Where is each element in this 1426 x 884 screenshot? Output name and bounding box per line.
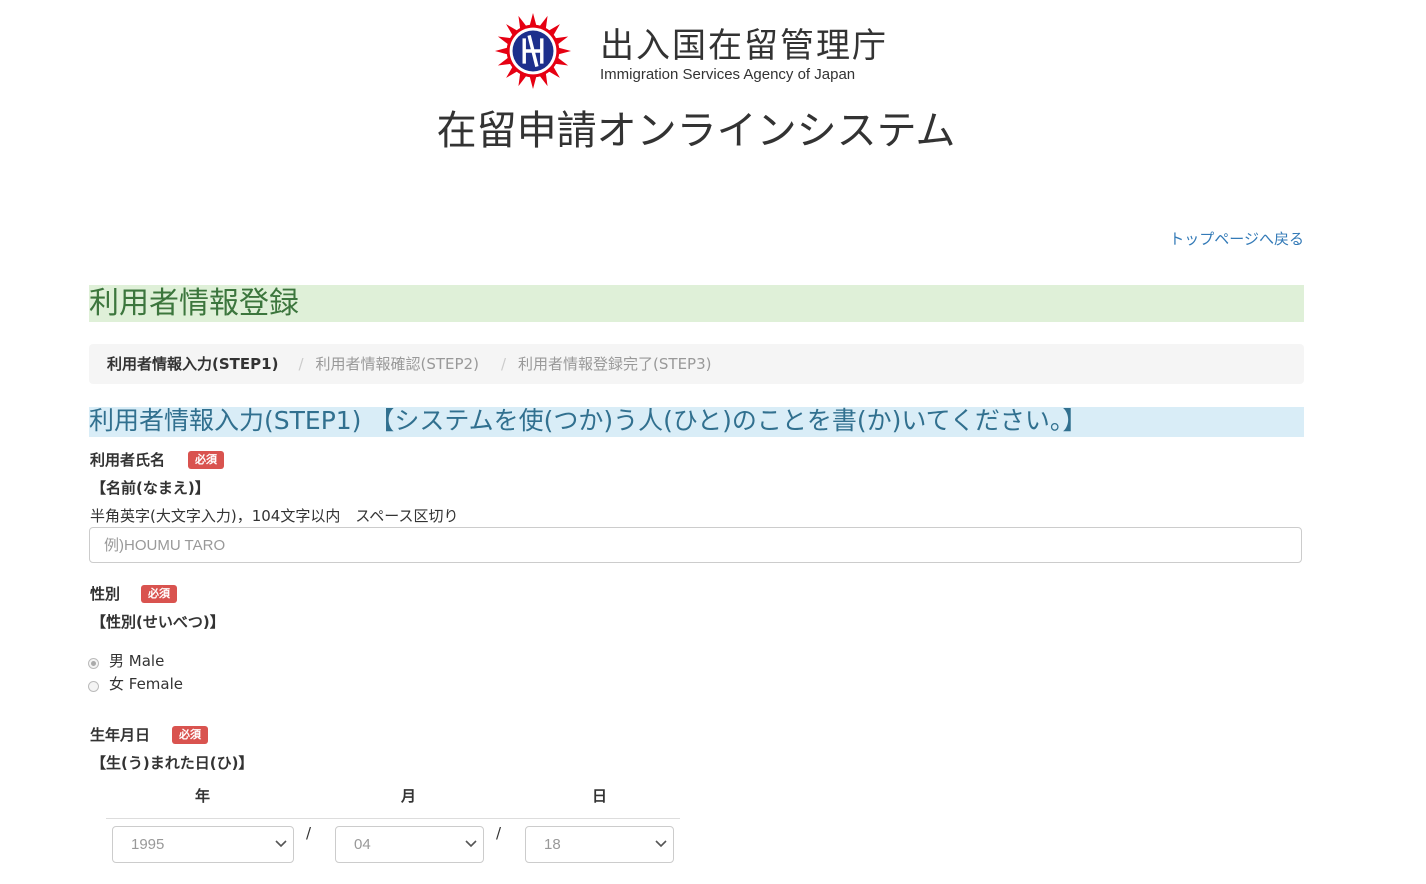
back-to-top-link[interactable]: トップページへ戻る <box>1169 228 1304 249</box>
gender-option-female[interactable]: 女 Female <box>88 673 183 694</box>
chevron-down-icon <box>655 840 667 848</box>
day-select-value: 18 <box>544 836 561 853</box>
gender-sub-label: 【性別(せいべつ)】 <box>91 613 225 631</box>
month-select-value: 04 <box>354 836 371 853</box>
radio-female[interactable] <box>88 681 99 692</box>
name-label: 利用者氏名 <box>90 451 166 469</box>
gender-label: 性別 <box>90 585 121 603</box>
breadcrumb-step2: 利用者情報確認(STEP2) <box>315 355 479 373</box>
system-title: 在留申請オンラインシステム <box>436 108 956 154</box>
date-separator: / <box>496 824 502 842</box>
chevron-down-icon <box>275 840 287 848</box>
birthdate-table: 年 月 日 1995 / 04 / 18 <box>106 780 680 884</box>
birthdate-sub-label: 【生(う)まれた日(ひ)】 <box>91 754 254 772</box>
day-column-header: 日 <box>592 787 608 805</box>
date-separator: / <box>306 824 312 842</box>
user-name-input[interactable] <box>89 527 1302 563</box>
required-badge: 必須 <box>172 726 208 744</box>
name-sub-label: 【名前(なまえ)】 <box>91 479 210 497</box>
year-select-value: 1995 <box>131 836 165 853</box>
site-header: 出入国在留管理庁 Immigration Services Agency of … <box>0 0 1426 200</box>
agency-name-english: Immigration Services Agency of Japan <box>600 66 856 83</box>
radio-male[interactable] <box>88 658 99 669</box>
name-hint: 半角英字(大文字入力)，104文字以内 スペース区切り <box>90 507 459 525</box>
breadcrumb: 利用者情報入力(STEP1) / 利用者情報確認(STEP2) / 利用者情報登録完了(… <box>89 344 1304 384</box>
gender-option-male[interactable]: 男 Male <box>88 650 164 671</box>
agency-name-japanese: 出入国在留管理庁 <box>600 26 888 66</box>
month-select[interactable]: 04 <box>335 826 484 863</box>
day-select[interactable]: 18 <box>525 826 674 863</box>
chevron-down-icon <box>465 840 477 848</box>
breadcrumb-step3: 利用者情報登録完了(STEP3) <box>518 355 712 373</box>
gender-option-male-label: 男 Male <box>109 652 165 670</box>
immigration-agency-emblem <box>494 12 572 90</box>
required-badge: 必須 <box>188 451 224 469</box>
breadcrumb-separator: / <box>298 355 304 373</box>
step-heading: 利用者情報入力(STEP1) 【システムを使(つか)う人(ひと)のことを書(か)… <box>89 407 1304 437</box>
month-column-header: 月 <box>401 787 417 805</box>
required-badge: 必須 <box>141 585 177 603</box>
birthdate-label: 生年月日 <box>90 726 151 744</box>
breadcrumb-separator: / <box>500 355 507 373</box>
breadcrumb-step1: 利用者情報入力(STEP1) <box>107 355 279 373</box>
year-column-header: 年 <box>195 787 211 805</box>
table-divider <box>106 818 680 819</box>
gender-option-female-label: 女 Female <box>109 675 184 693</box>
page-heading: 利用者情報登録 <box>89 285 1304 322</box>
year-select[interactable]: 1995 <box>112 826 294 863</box>
